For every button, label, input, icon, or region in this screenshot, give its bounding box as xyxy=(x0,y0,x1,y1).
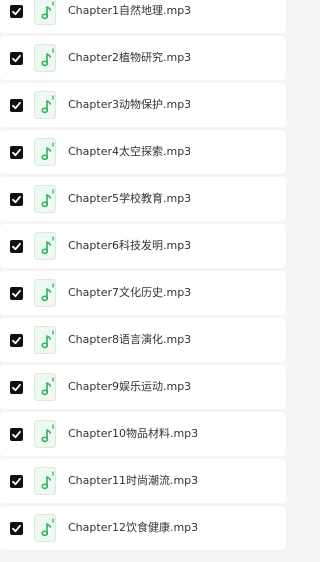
file-checkbox[interactable] xyxy=(10,52,23,65)
file-name: Chapter9娱乐运动.mp3 xyxy=(68,380,192,393)
music-file-icon xyxy=(34,467,56,495)
file-name: Chapter7文化历史.mp3 xyxy=(68,286,192,299)
file-row[interactable]: Chapter11时尚潮流.mp3 xyxy=(0,459,286,503)
music-file-icon xyxy=(34,514,56,542)
music-file-icon xyxy=(34,279,56,307)
file-name: Chapter3动物保护.mp3 xyxy=(68,98,192,111)
file-checkbox[interactable] xyxy=(10,99,23,112)
music-file-icon xyxy=(34,373,56,401)
file-row[interactable]: Chapter7文化历史.mp3 xyxy=(0,271,286,315)
file-row[interactable]: Chapter6科技发明.mp3 xyxy=(0,224,286,268)
file-checkbox[interactable] xyxy=(10,240,23,253)
file-name: Chapter11时尚潮流.mp3 xyxy=(68,474,199,487)
file-checkbox[interactable] xyxy=(10,5,23,18)
file-row[interactable]: Chapter3动物保护.mp3 xyxy=(0,83,286,127)
file-checkbox[interactable] xyxy=(10,287,23,300)
music-file-icon xyxy=(34,44,56,72)
music-file-icon xyxy=(34,326,56,354)
file-checkbox[interactable] xyxy=(10,193,23,206)
file-name: Chapter8语言演化.mp3 xyxy=(68,333,192,346)
music-file-icon xyxy=(34,0,56,25)
file-name: Chapter5学校教育.mp3 xyxy=(68,192,192,205)
file-row[interactable]: Chapter8语言演化.mp3 xyxy=(0,318,286,362)
music-file-icon xyxy=(34,91,56,119)
file-name: Chapter4太空探索.mp3 xyxy=(68,145,192,158)
file-row[interactable]: Chapter10物品材料.mp3 xyxy=(0,412,286,456)
music-file-icon xyxy=(34,420,56,448)
file-row[interactable]: Chapter1自然地理.mp3 xyxy=(0,0,286,33)
file-row[interactable]: Chapter4太空探索.mp3 xyxy=(0,130,286,174)
music-file-icon xyxy=(34,138,56,166)
file-checkbox[interactable] xyxy=(10,475,23,488)
file-list: Chapter1自然地理.mp3 Chapter2植物研究.mp3 Chapter3… xyxy=(0,0,286,553)
music-file-icon xyxy=(34,232,56,260)
file-name: Chapter6科技发明.mp3 xyxy=(68,239,192,252)
file-name: Chapter2植物研究.mp3 xyxy=(68,51,192,64)
file-name: Chapter1自然地理.mp3 xyxy=(68,4,192,17)
file-checkbox[interactable] xyxy=(10,334,23,347)
file-checkbox[interactable] xyxy=(10,146,23,159)
file-checkbox[interactable] xyxy=(10,428,23,441)
file-row[interactable]: Chapter5学校教育.mp3 xyxy=(0,177,286,221)
file-row[interactable]: Chapter9娱乐运动.mp3 xyxy=(0,365,286,409)
music-file-icon xyxy=(34,185,56,213)
file-checkbox[interactable] xyxy=(10,522,23,535)
file-checkbox[interactable] xyxy=(10,381,23,394)
file-row[interactable]: Chapter12饮食健康.mp3 xyxy=(0,506,286,550)
file-name: Chapter10物品材料.mp3 xyxy=(68,427,199,440)
file-row[interactable]: Chapter2植物研究.mp3 xyxy=(0,36,286,80)
file-name: Chapter12饮食健康.mp3 xyxy=(68,521,199,534)
